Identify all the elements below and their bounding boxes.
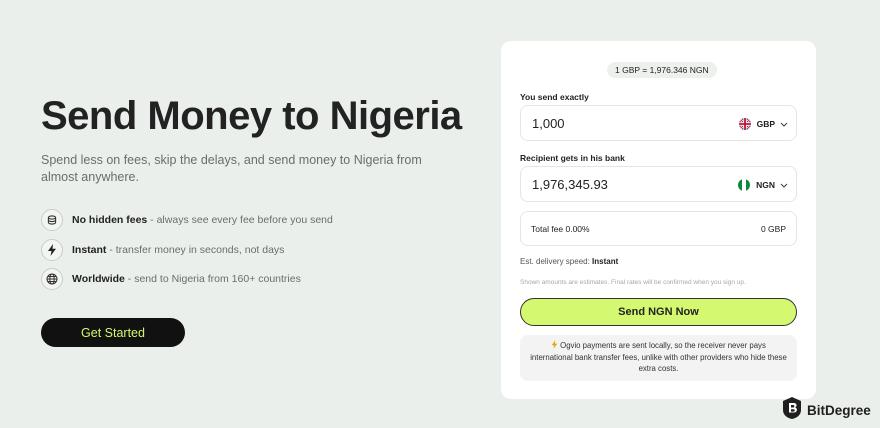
send-amount-field: GBP bbox=[520, 105, 797, 141]
feature-title: Worldwide bbox=[72, 273, 125, 285]
send-amount-input[interactable] bbox=[532, 116, 692, 131]
converter-card: 1 GBP = 1,976.346 NGN You send exactly G… bbox=[501, 41, 816, 399]
delivery-speed: Est. delivery speed: Instant bbox=[520, 257, 618, 266]
delivery-speed-value: Instant bbox=[592, 257, 619, 266]
page-subtitle: Spend less on fees, skip the delays, and… bbox=[41, 153, 422, 184]
coins-icon bbox=[41, 209, 63, 231]
local-payments-info: Ogvio payments are sent locally, so the … bbox=[520, 335, 797, 381]
bolt-icon bbox=[551, 340, 558, 352]
local-payments-text: Ogvio payments are sent locally, so the … bbox=[530, 341, 787, 373]
estimate-note: Shown amounts are estimates. Final rates… bbox=[520, 279, 746, 286]
nigeria-flag-icon bbox=[738, 179, 751, 191]
feature-title: Instant bbox=[72, 243, 107, 256]
chevron-down-icon bbox=[780, 119, 788, 129]
receive-currency-select[interactable]: NGN bbox=[738, 175, 788, 195]
bitdegree-logo-icon bbox=[781, 396, 803, 425]
exchange-rate-badge: 1 GBP = 1,976.346 NGN bbox=[607, 62, 717, 78]
chevron-down-icon bbox=[780, 180, 788, 190]
feature-desc: - transfer money in seconds, not days bbox=[106, 243, 285, 256]
globe-icon bbox=[41, 268, 63, 290]
send-amount-label: You send exactly bbox=[520, 92, 589, 102]
feature-title: No hidden fees bbox=[72, 214, 148, 226]
feature-item-instant: Instant - transfer money in seconds, not… bbox=[41, 238, 333, 261]
total-fee-value: 0 GBP bbox=[760, 224, 786, 234]
bolt-icon bbox=[41, 238, 63, 261]
uk-flag-icon bbox=[738, 118, 751, 130]
feature-desc: - send to Nigeria from 160+ countries bbox=[124, 273, 301, 285]
receive-currency-code: NGN bbox=[756, 180, 775, 190]
receive-amount-input[interactable] bbox=[532, 177, 692, 192]
feature-list: No hidden fees - always see every fee be… bbox=[41, 209, 333, 298]
send-now-button[interactable]: Send NGN Now bbox=[520, 298, 797, 326]
feature-item-worldwide: Worldwide - send to Nigeria from 160+ co… bbox=[41, 268, 333, 290]
bitdegree-watermark: BitDegree bbox=[781, 396, 871, 425]
feature-desc: - always see every fee before you send bbox=[147, 214, 333, 226]
page-title: Send Money to Nigeria bbox=[41, 94, 462, 138]
get-started-button[interactable]: Get Started bbox=[41, 318, 185, 347]
bitdegree-wordmark: BitDegree bbox=[807, 403, 871, 418]
feature-item-no-hidden-fees: No hidden fees - always see every fee be… bbox=[41, 209, 333, 231]
receive-amount-label: Recipient gets in his bank bbox=[520, 153, 625, 163]
delivery-speed-label: Est. delivery speed: bbox=[520, 257, 593, 266]
send-currency-select[interactable]: GBP bbox=[738, 114, 788, 134]
receive-amount-field: NGN bbox=[520, 166, 797, 202]
total-fee-label: Total fee 0.00% bbox=[531, 224, 590, 234]
total-fee-row: Total fee 0.00% 0 GBP bbox=[520, 211, 797, 246]
send-currency-code: GBP bbox=[756, 119, 775, 129]
